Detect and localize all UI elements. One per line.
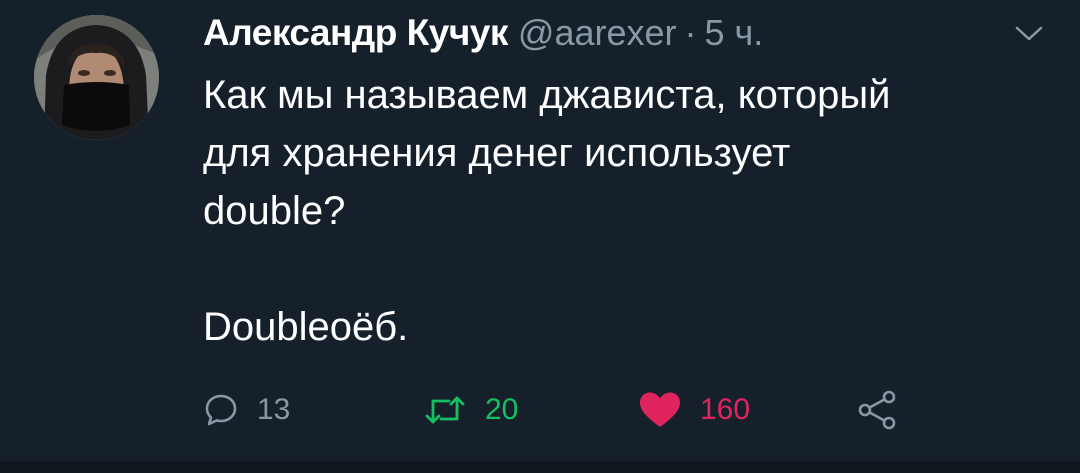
author-name[interactable]: Александр Кучук xyxy=(203,12,508,54)
share-button[interactable] xyxy=(856,385,898,435)
author-handle[interactable]: @aarexer xyxy=(518,12,677,54)
tweet-text: Как мы называем джависта, который для хр… xyxy=(203,73,891,349)
tweet-actions: 13 20 160 xyxy=(203,385,923,435)
avatar-image xyxy=(34,15,159,140)
retweet-count: 20 xyxy=(485,393,519,426)
timestamp[interactable]: 5 ч. xyxy=(705,12,764,54)
share-icon xyxy=(858,390,896,430)
heart-icon xyxy=(640,392,680,427)
like-button[interactable]: 160 xyxy=(638,385,750,435)
reply-button[interactable]: 13 xyxy=(203,385,290,435)
tweet-header: Александр Кучук @aarexer · 5 ч. xyxy=(203,12,763,56)
reply-count: 13 xyxy=(257,393,291,426)
like-count: 160 xyxy=(700,393,751,426)
retweet-button[interactable]: 20 xyxy=(423,385,518,435)
tweet-card[interactable]: Александр Кучук @aarexer · 5 ч. Как мы н… xyxy=(0,0,1080,473)
divider xyxy=(0,461,1080,473)
separator-dot: · xyxy=(684,12,697,53)
chevron-down-icon[interactable] xyxy=(1014,24,1044,44)
reply-bubble-icon xyxy=(205,394,237,426)
retweet-icon xyxy=(425,396,465,424)
avatar[interactable] xyxy=(34,15,159,140)
